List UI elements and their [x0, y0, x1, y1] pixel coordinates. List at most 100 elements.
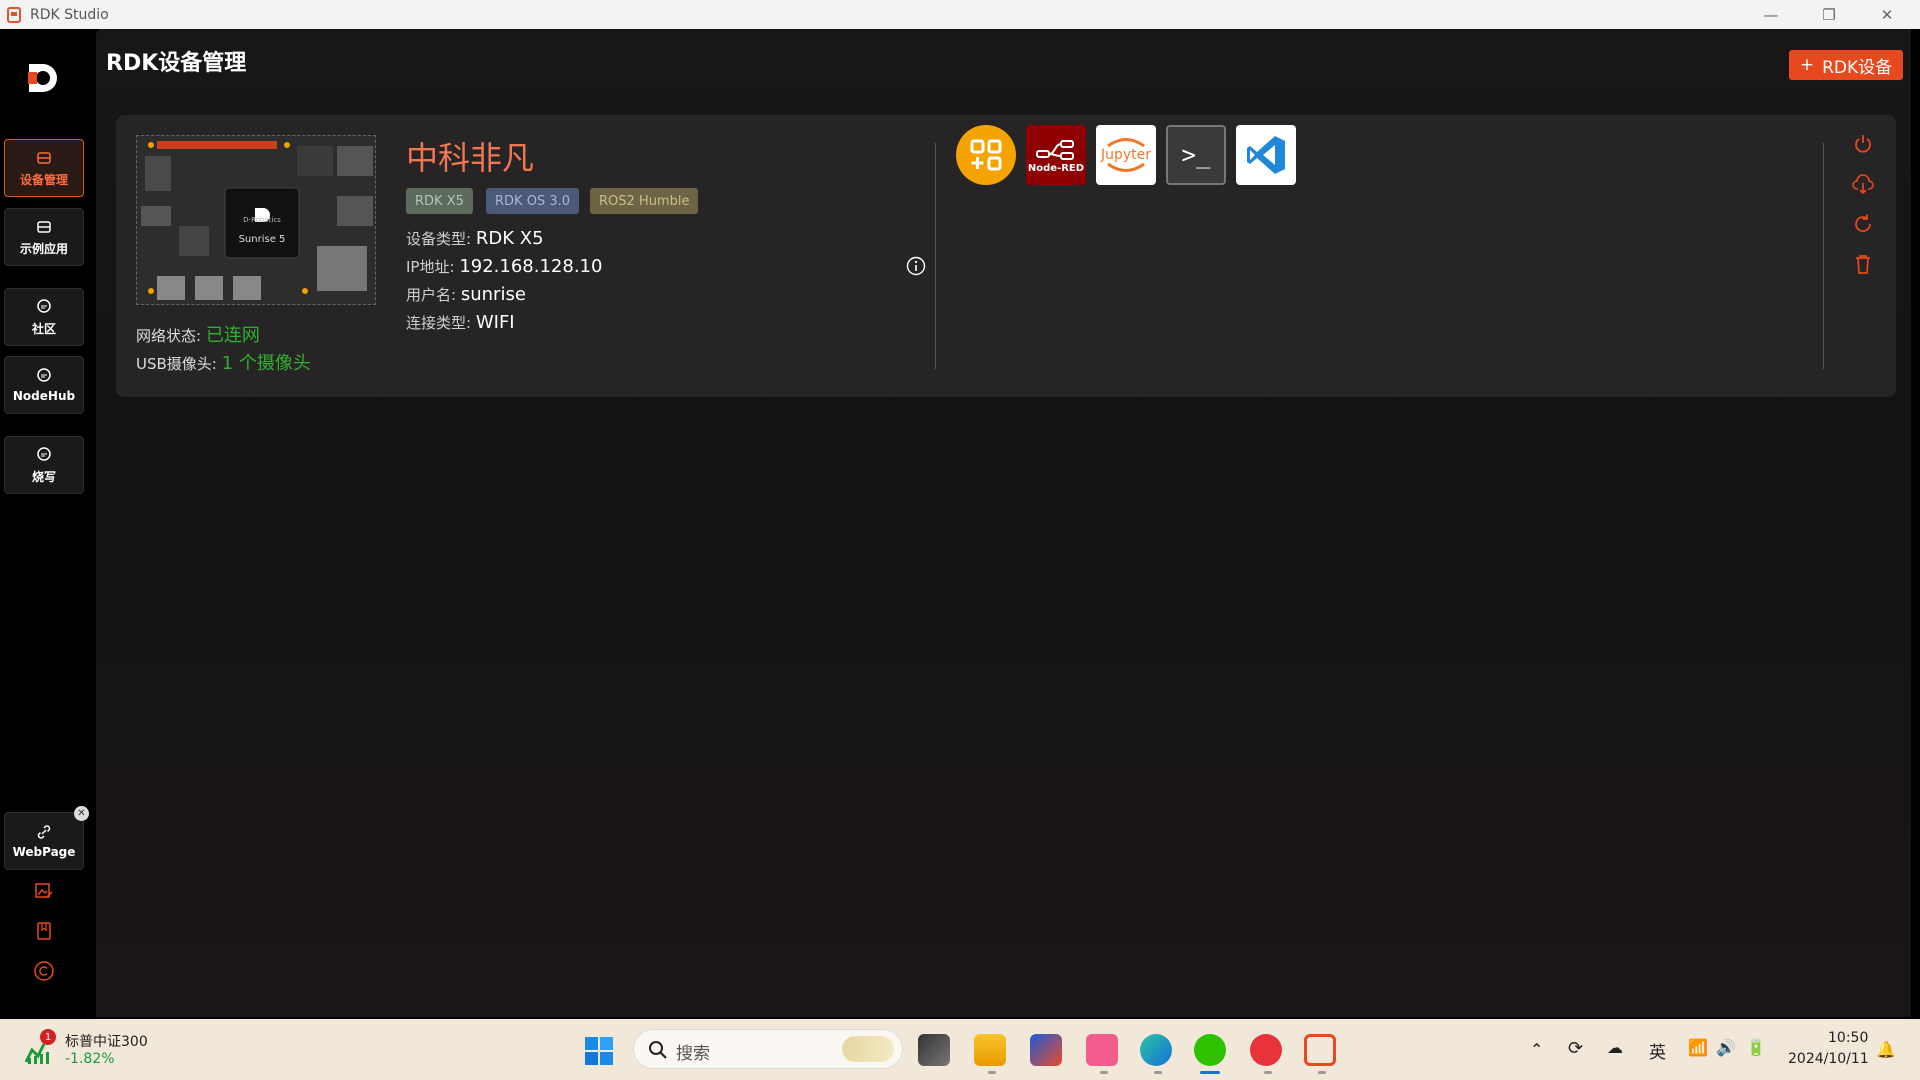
- running-indicator: [1264, 1071, 1272, 1074]
- notification-bell-icon[interactable]: 🔔: [1876, 1040, 1896, 1059]
- store-icon[interactable]: [1030, 1034, 1062, 1066]
- device-name: 中科非凡: [406, 139, 535, 177]
- node-red-icon: [1036, 139, 1074, 160]
- network-status-label: 网络状态:: [136, 327, 202, 345]
- search-placeholder: 搜索: [676, 1044, 710, 1064]
- board-image: D-Robotics Sunrise 5: [136, 135, 376, 305]
- nav-item-device-management[interactable]: 设备管理: [4, 139, 84, 197]
- window-titlebar: RDK Studio — ❐ ✕: [0, 0, 1920, 29]
- device-type-value: RDK X5: [475, 228, 544, 249]
- app-logo: [28, 64, 57, 92]
- wechat-icon[interactable]: [1194, 1034, 1226, 1066]
- edge-icon[interactable]: [1140, 1034, 1172, 1066]
- jupyter-arc-top-icon: [1107, 138, 1145, 147]
- taskbar: [0, 1019, 1920, 1080]
- clock-time[interactable]: 10:50: [1828, 1030, 1868, 1046]
- nav-item-label: 示例应用: [19, 241, 68, 256]
- refresh-icon[interactable]: [1852, 213, 1874, 235]
- copyright-icon[interactable]: [32, 959, 56, 983]
- clock-date[interactable]: 2024/10/11: [1788, 1051, 1869, 1067]
- board-brand: D-Robotics: [243, 216, 281, 224]
- add-device-button[interactable]: + RDK设备: [1789, 50, 1903, 80]
- card-divider-left: [935, 143, 936, 369]
- nav-item-webpage[interactable]: WebPage: [4, 812, 84, 870]
- rdk-studio-taskbar-icon[interactable]: [1304, 1034, 1336, 1066]
- ime-indicator[interactable]: 英: [1649, 1038, 1666, 1063]
- chat-icon: [37, 368, 51, 382]
- stock-change: -1.82%: [65, 1051, 115, 1067]
- page-title: RDK设备管理: [106, 51, 247, 76]
- image-edit-icon[interactable]: [32, 879, 56, 903]
- window-title: RDK Studio: [30, 6, 109, 23]
- user-value: sunrise: [460, 284, 526, 305]
- stock-badge: 1: [40, 1029, 56, 1045]
- plus-icon: +: [1799, 55, 1815, 75]
- sync-icon[interactable]: ⟳: [1568, 1038, 1583, 1059]
- cloud-off-icon[interactable]: ☁: [1607, 1038, 1623, 1057]
- cloud-download-icon[interactable]: [1852, 173, 1874, 195]
- bilibili-icon[interactable]: [1086, 1034, 1118, 1066]
- running-indicator: [1154, 1071, 1162, 1074]
- netease-music-icon[interactable]: [1250, 1034, 1282, 1066]
- webpage-close-icon[interactable]: ✕: [74, 806, 89, 821]
- network-status-value: 已连网: [205, 325, 260, 346]
- nav-item-label: WebPage: [12, 845, 76, 859]
- trash-icon[interactable]: [1852, 253, 1874, 275]
- minimize-button[interactable]: —: [1742, 0, 1800, 29]
- board-chip-label: Sunrise 5: [238, 234, 286, 245]
- nav-item-label: 设备管理: [19, 172, 68, 187]
- active-indicator: [1200, 1071, 1220, 1074]
- ip-value: 192.168.128.10: [459, 256, 603, 277]
- apps-grid-icon: [970, 139, 1002, 171]
- nav-item-label: 烧写: [31, 469, 56, 484]
- device-type-label: 设备类型:: [406, 230, 472, 248]
- chevron-up-icon[interactable]: ⌃: [1530, 1040, 1543, 1059]
- nav-item-examples[interactable]: 示例应用: [4, 208, 84, 266]
- node-red-label: Node-RED: [1027, 162, 1085, 174]
- tag-ros: ROS2 Humble: [590, 188, 699, 214]
- restore-button[interactable]: ❐: [1800, 0, 1858, 29]
- windows-start-icon[interactable]: [584, 1036, 614, 1066]
- nav-item-label: NodeHub: [12, 389, 76, 403]
- book-icon[interactable]: [32, 919, 56, 943]
- apps-grid-button[interactable]: [956, 125, 1016, 185]
- running-indicator: [1100, 1071, 1108, 1074]
- chat-icon: [37, 446, 51, 461]
- conn-label: 连接类型:: [406, 314, 472, 332]
- info-icon[interactable]: [906, 256, 926, 276]
- search-highlight-image: [842, 1036, 894, 1062]
- vscode-icon: [1247, 136, 1285, 174]
- file-explorer-icon[interactable]: [974, 1034, 1006, 1066]
- volume-icon[interactable]: 🔊: [1716, 1038, 1736, 1057]
- chat-icon: [37, 298, 51, 313]
- user-row: 用户名: sunrise: [406, 284, 526, 305]
- usb-camera-status: USB摄像头: 1 个摄像头: [136, 349, 311, 375]
- nav-item-nodehub[interactable]: NodeHub: [4, 356, 84, 414]
- tag-board: RDK X5: [406, 188, 473, 214]
- nav-item-flash[interactable]: 烧写: [4, 436, 84, 494]
- rdk-app-icon: [7, 6, 21, 23]
- box-icon: [37, 151, 51, 164]
- link-icon: [37, 825, 51, 839]
- nav-item-community[interactable]: 社区: [4, 288, 84, 346]
- taskbar-search[interactable]: 搜索: [633, 1029, 903, 1069]
- conn-value: WIFI: [475, 312, 515, 333]
- usb-camera-label: USB摄像头:: [136, 355, 217, 373]
- card-divider-right: [1823, 143, 1824, 369]
- battery-icon[interactable]: 🔋: [1746, 1038, 1766, 1057]
- vscode-button[interactable]: [1236, 125, 1296, 185]
- device-type-row: 设备类型: RDK X5: [406, 228, 544, 249]
- usb-camera-value: 1 个摄像头: [221, 353, 311, 374]
- jupyter-arc-bottom-icon: [1107, 163, 1145, 172]
- close-button[interactable]: ✕: [1858, 0, 1916, 29]
- conn-row: 连接类型: WIFI: [406, 312, 515, 333]
- node-red-button[interactable]: Node-RED: [1026, 125, 1086, 185]
- box-icon: [37, 220, 51, 233]
- terminal-button[interactable]: >_: [1166, 125, 1226, 185]
- task-view-icon[interactable]: [918, 1034, 950, 1066]
- user-label: 用户名:: [406, 286, 457, 304]
- wifi-icon[interactable]: 📶: [1688, 1038, 1708, 1057]
- jupyter-button[interactable]: Jupyter: [1096, 125, 1156, 185]
- ip-label: IP地址:: [406, 258, 455, 276]
- power-icon[interactable]: [1852, 133, 1874, 155]
